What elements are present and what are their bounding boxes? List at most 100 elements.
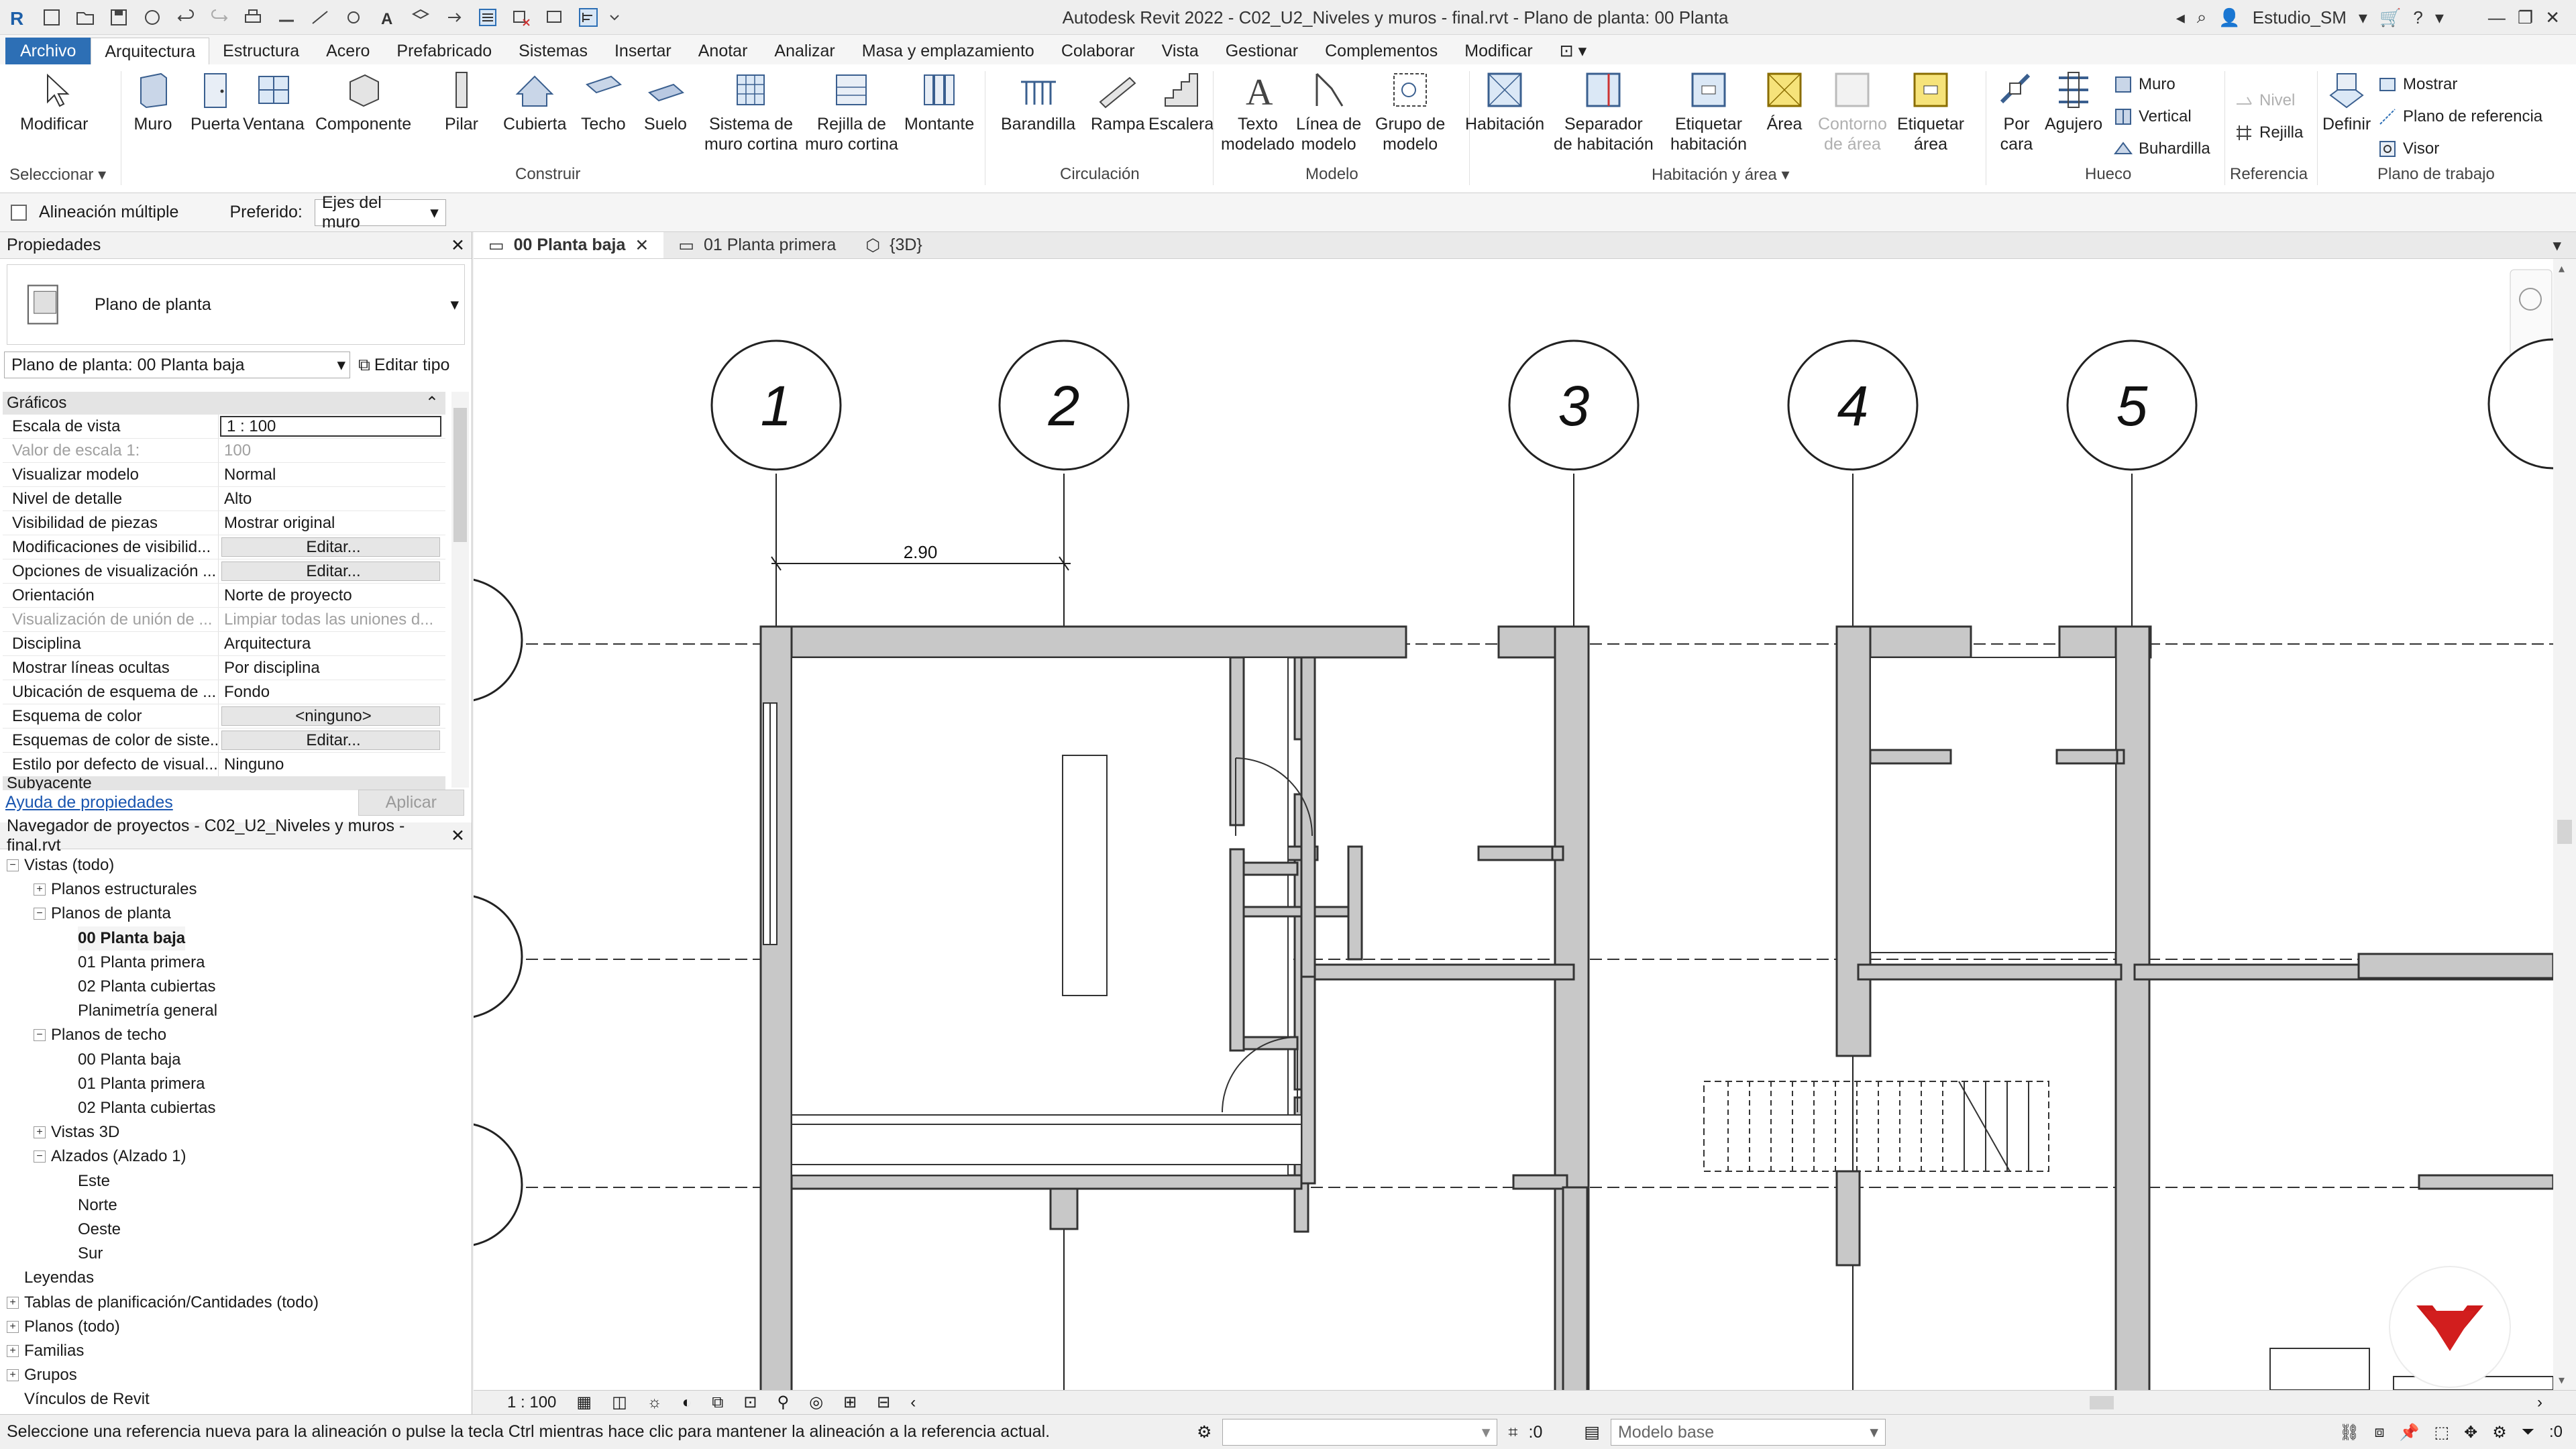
sync-icon[interactable] <box>138 3 166 32</box>
tree-item[interactable]: + Familias <box>7 1339 84 1363</box>
revit-logo-icon[interactable]: R <box>4 3 32 32</box>
property-edit-button[interactable]: <ninguno> <box>221 706 440 726</box>
tree-item[interactable]: Leyendas <box>7 1266 94 1290</box>
user-name[interactable]: Estudio_SM <box>2253 7 2347 28</box>
view-tab-3d[interactable]: ⬡ {3D} <box>851 232 937 258</box>
analytical-icon[interactable]: ⊟ <box>877 1393 890 1412</box>
select-panel-label[interactable]: Seleccionar ▾ <box>9 165 106 184</box>
expand-icon[interactable]: + <box>7 1369 19 1382</box>
hscroll-left-icon[interactable]: ‹ <box>910 1393 916 1412</box>
close-properties-icon[interactable]: ✕ <box>451 235 465 256</box>
expand-icon[interactable]: + <box>7 1296 19 1309</box>
measure-icon[interactable] <box>272 3 301 32</box>
type-dropdown-icon[interactable]: ▾ <box>450 294 459 315</box>
tree-item[interactable]: + Tablas de planificación/Cantidades (tod… <box>7 1291 319 1315</box>
tree-item[interactable]: 02 Planta cubiertas <box>60 1096 215 1120</box>
close-tab-icon[interactable]: ✕ <box>635 235 649 256</box>
expand-icon[interactable]: + <box>7 1345 19 1357</box>
door-button[interactable]: Puerta <box>191 68 240 134</box>
text-icon[interactable]: A <box>373 3 401 32</box>
customize-dropdown-icon[interactable] <box>608 3 621 32</box>
cart-icon[interactable]: 🛒 <box>2379 7 2401 28</box>
design-options-icon[interactable]: ▤ <box>1584 1422 1600 1442</box>
3d-view-icon[interactable] <box>407 3 435 32</box>
tree-item[interactable]: Este <box>60 1169 110 1193</box>
minimize-icon[interactable]: — <box>2488 7 2506 28</box>
tabs-dropdown-icon[interactable]: ▾ <box>2538 232 2576 258</box>
category-graphics[interactable]: Gráficos ⌃ <box>3 392 445 415</box>
user-dropdown-icon[interactable]: ▾ <box>2359 7 2367 28</box>
room-separator-button[interactable]: Separador de habitación <box>1554 68 1654 154</box>
tab-anotar[interactable]: Anotar <box>685 38 761 64</box>
tree-item[interactable]: 01 Planta primera <box>60 1072 205 1096</box>
type-selector[interactable]: Plano de planta ▾ <box>7 264 465 345</box>
roof-button[interactable]: Cubierta <box>503 68 567 134</box>
modify-button[interactable]: Modificar <box>20 68 88 134</box>
model-panel-label[interactable]: Modelo <box>1305 165 1358 184</box>
scroll-up-icon[interactable]: ▴ <box>2559 262 2565 276</box>
tree-item[interactable]: − Planos de planta <box>34 902 171 926</box>
binoculars-icon[interactable]: ⌕ <box>2197 7 2207 28</box>
wall-opening-button[interactable]: Muro <box>2113 71 2176 98</box>
view-scale[interactable]: 1 : 100 <box>507 1393 556 1412</box>
datum-panel-label[interactable]: Referencia <box>2230 165 2308 184</box>
reference-plane-button[interactable]: Plano de referencia <box>2377 103 2542 130</box>
dimension-icon[interactable] <box>306 3 334 32</box>
property-value[interactable]: Mostrar original <box>219 511 445 535</box>
tree-item[interactable]: + Vistas 3D <box>34 1120 119 1144</box>
property-value[interactable]: Normal <box>219 463 445 486</box>
tag-icon[interactable] <box>339 3 368 32</box>
shadows-icon[interactable]: ◐ <box>682 1393 692 1412</box>
user-icon[interactable]: 👤 <box>2218 7 2240 28</box>
curtain-grid-button[interactable]: Rejilla de muro cortina <box>805 68 898 154</box>
restore-icon[interactable]: ❐ <box>2518 7 2533 28</box>
set-work-plane-button[interactable]: Definir <box>2322 68 2371 134</box>
hscroll-right-icon[interactable]: › <box>2537 1393 2542 1412</box>
help-dropdown-icon[interactable]: ▾ <box>2435 7 2444 28</box>
property-value[interactable]: Por disciplina <box>219 656 445 680</box>
tree-item[interactable]: + Grupos <box>7 1363 77 1387</box>
column-button[interactable]: Pilar <box>440 68 483 134</box>
align-icon[interactable] <box>574 3 602 32</box>
print-icon[interactable] <box>239 3 267 32</box>
prefer-select[interactable]: Ejes del muro ▾ <box>314 193 446 231</box>
redo-icon[interactable] <box>205 3 233 32</box>
floor-button[interactable]: Suelo <box>644 68 687 134</box>
scroll-down-icon[interactable]: ▾ <box>2559 1373 2565 1387</box>
curtain-system-button[interactable]: Sistema de muro cortina <box>704 68 798 154</box>
tree-item[interactable]: + Planos estructurales <box>34 877 197 902</box>
property-value[interactable]: 1 : 100 <box>220 416 441 437</box>
tab-acero[interactable]: Acero <box>313 38 383 64</box>
area-button[interactable]: Área <box>1763 68 1806 134</box>
contextual-tab-toggle[interactable]: ⊡ ▾ <box>1546 38 1600 64</box>
tab-vista[interactable]: Vista <box>1148 38 1212 64</box>
close-browser-icon[interactable]: ✕ <box>451 826 465 846</box>
design-option-select[interactable]: Modelo base ▾ <box>1610 1419 1886 1446</box>
tree-item[interactable]: 01 Planta primera <box>60 951 205 975</box>
expand-icon[interactable]: + <box>34 883 46 896</box>
tab-insertar[interactable]: Insertar <box>601 38 685 64</box>
tree-item[interactable]: 00 Planta baja <box>60 926 186 951</box>
drawing-vertical-scrollbar[interactable]: ▴ ▾ <box>2553 259 2576 1390</box>
lock-3d-icon[interactable]: ⚲ <box>777 1393 790 1412</box>
expand-icon[interactable]: + <box>34 1126 46 1139</box>
close-icon[interactable]: ✕ <box>2545 7 2560 28</box>
collapse-icon[interactable]: − <box>34 1029 46 1042</box>
tag-room-button[interactable]: Etiquetar habitación <box>1670 68 1747 154</box>
drag-elements-icon[interactable]: ✥ <box>2464 1423 2477 1442</box>
railing-button[interactable]: Barandilla <box>1001 68 1075 134</box>
drawing-horizontal-scrollbar-thumb[interactable] <box>2090 1396 2114 1409</box>
tree-item[interactable]: − Planos de techo <box>34 1023 166 1047</box>
show-work-plane-button[interactable]: Mostrar <box>2377 71 2457 98</box>
dormer-opening-button[interactable]: Buhardilla <box>2113 136 2210 162</box>
tree-item[interactable]: 00 Planta baja <box>60 1048 180 1072</box>
build-panel-label[interactable]: Construir <box>515 165 580 184</box>
tree-item[interactable]: + Planos (todo) <box>7 1315 120 1339</box>
property-value[interactable]: Fondo <box>219 680 445 704</box>
mullion-button[interactable]: Montante <box>904 68 974 134</box>
select-underlay-icon[interactable]: ⧈ <box>2374 1423 2384 1442</box>
work-plane-panel-label[interactable]: Plano de trabajo <box>2377 165 2495 184</box>
collapse-icon[interactable]: − <box>34 908 46 920</box>
close-hidden-icon[interactable] <box>507 3 535 32</box>
thin-lines-icon[interactable] <box>474 3 502 32</box>
